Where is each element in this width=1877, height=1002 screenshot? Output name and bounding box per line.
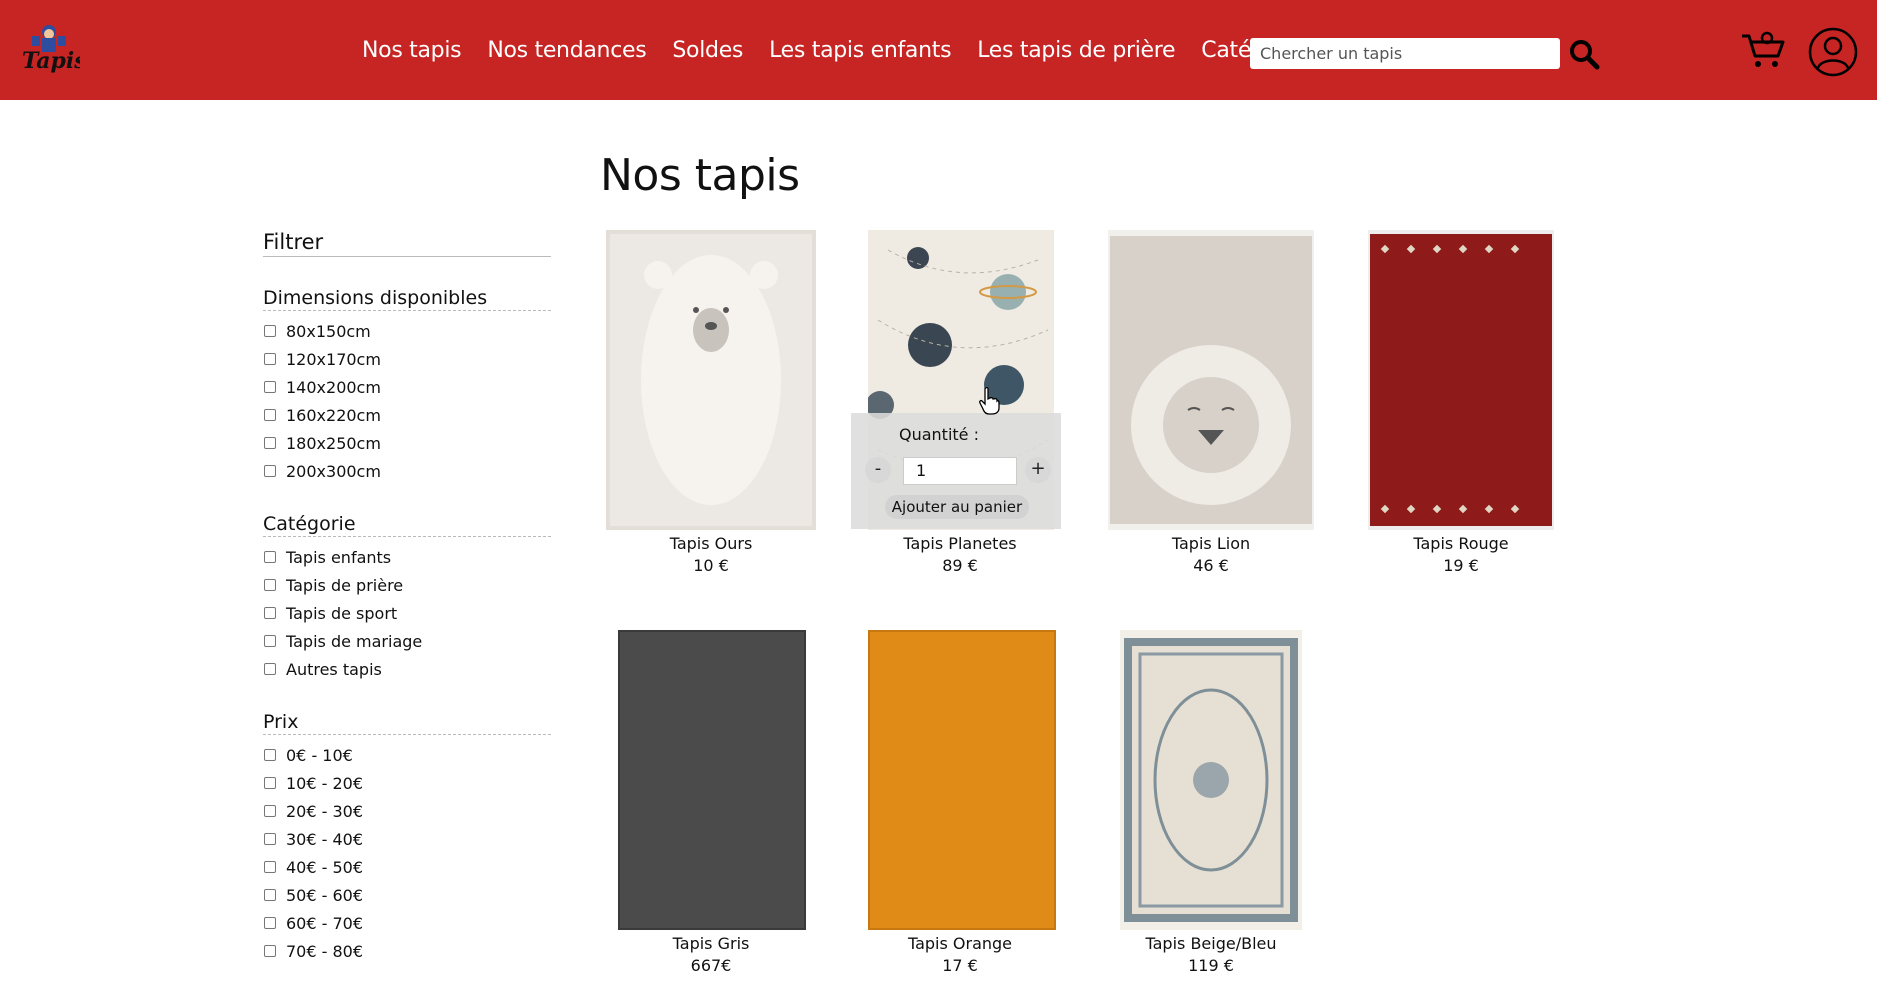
checkbox[interactable] (264, 381, 276, 393)
product-name[interactable]: Tapis Rouge (1356, 534, 1566, 553)
filter-option[interactable]: Tapis enfants (263, 543, 551, 571)
checkbox[interactable] (264, 749, 276, 761)
search-input[interactable] (1250, 38, 1560, 69)
product-image[interactable] (1108, 230, 1314, 530)
checkbox[interactable] (264, 551, 276, 563)
checkbox[interactable] (264, 889, 276, 901)
filter-option[interactable]: 140x200cm (263, 373, 551, 401)
main-nav: Nos tapis Nos tendances Soldes Les tapis… (362, 32, 1332, 68)
quantity-input[interactable]: 1 (903, 457, 1017, 485)
checkbox[interactable] (264, 465, 276, 477)
filter-group-categorie: Catégorie Tapis enfants Tapis de prière … (263, 513, 551, 683)
checkbox[interactable] (264, 861, 276, 873)
user-account-icon[interactable] (1808, 27, 1858, 77)
product-price: 119 € (1188, 956, 1234, 975)
product-card[interactable]: Tapis Gris 667€ (600, 628, 822, 988)
product-price: 17 € (942, 956, 978, 975)
checkbox[interactable] (264, 409, 276, 421)
logo-icon[interactable]: Tapis (18, 20, 80, 76)
filter-option[interactable]: 40€ - 50€ (263, 853, 551, 881)
product-image[interactable] (618, 630, 806, 930)
filter-option[interactable]: 50€ - 60€ (263, 881, 551, 909)
nav-tapis-enfants[interactable]: Les tapis enfants (769, 38, 951, 63)
filter-option[interactable]: Tapis de prière (263, 571, 551, 599)
checkbox[interactable] (264, 945, 276, 957)
product-name[interactable]: Tapis Lion (1106, 534, 1316, 553)
nav-nos-tapis[interactable]: Nos tapis (362, 38, 462, 63)
checkbox[interactable] (264, 663, 276, 675)
site-header: Tapis Nos tapis Nos tendances Soldes Les… (0, 0, 1877, 100)
filter-option[interactable]: 60€ - 70€ (263, 909, 551, 937)
filter-option[interactable]: Tapis de sport (263, 599, 551, 627)
product-price: 19 € (1443, 556, 1479, 575)
checkbox[interactable] (264, 325, 276, 337)
checkbox[interactable] (264, 833, 276, 845)
quantity-increment-button[interactable]: + (1025, 457, 1051, 483)
page-title: Nos tapis (600, 150, 800, 201)
product-card[interactable]: Tapis Planetes 89 € (851, 228, 1069, 588)
quick-add-overlay: Quantité : - 1 + Ajouter au panier (851, 413, 1061, 529)
checkbox[interactable] (264, 917, 276, 929)
product-price: 89 € (942, 556, 978, 575)
product-name[interactable]: Tapis Ours (600, 534, 822, 553)
nav-soldes[interactable]: Soldes (672, 38, 743, 63)
filter-option[interactable]: 10€ - 20€ (263, 769, 551, 797)
search-icon[interactable] (1568, 38, 1600, 70)
checkbox[interactable] (264, 579, 276, 591)
checkbox[interactable] (264, 805, 276, 817)
filter-option[interactable]: Tapis de mariage (263, 627, 551, 655)
quantity-decrement-button[interactable]: - (865, 457, 891, 483)
checkbox[interactable] (264, 635, 276, 647)
cart-icon[interactable] (1740, 30, 1786, 70)
filter-option[interactable]: 0€ - 10€ (263, 741, 551, 769)
product-card[interactable]: Tapis Lion 46 € (1106, 228, 1316, 588)
product-price: 10 € (693, 556, 729, 575)
product-card[interactable]: Tapis Ours 10 € (600, 228, 822, 588)
product-price: 46 € (1193, 556, 1229, 575)
filter-option[interactable]: 80x150cm (263, 317, 551, 345)
filter-option[interactable]: Autres tapis (263, 655, 551, 683)
product-name[interactable]: Tapis Orange (851, 934, 1069, 953)
filter-group-prix: Prix 0€ - 10€ 10€ - 20€ 20€ - 30€ 30€ - … (263, 711, 551, 965)
product-image[interactable] (1120, 630, 1302, 930)
svg-text:Tapis: Tapis (22, 48, 80, 74)
checkbox[interactable] (264, 437, 276, 449)
filter-group-title: Prix (263, 711, 551, 735)
filter-option[interactable]: 20€ - 30€ (263, 797, 551, 825)
product-image[interactable] (868, 630, 1056, 930)
quantity-label: Quantité : (899, 425, 979, 444)
filter-option[interactable]: 30€ - 40€ (263, 825, 551, 853)
filter-option[interactable]: 160x220cm (263, 401, 551, 429)
checkbox[interactable] (264, 353, 276, 365)
add-to-cart-button[interactable]: Ajouter au panier (885, 495, 1029, 519)
hand-pointer-icon (979, 387, 1000, 415)
filter-group-title: Dimensions disponibles (263, 287, 551, 311)
product-image[interactable] (606, 230, 816, 530)
filter-option[interactable]: 180x250cm (263, 429, 551, 457)
filter-option[interactable]: 200x300cm (263, 457, 551, 485)
product-name[interactable]: Tapis Beige/Bleu (1106, 934, 1316, 953)
product-card[interactable]: Tapis Beige/Bleu 119 € (1106, 628, 1316, 988)
product-image[interactable] (1368, 230, 1554, 530)
filter-title: Filtrer (263, 230, 551, 257)
product-name[interactable]: Tapis Planetes (851, 534, 1069, 553)
filter-group-dimensions: Dimensions disponibles 80x150cm 120x170c… (263, 287, 551, 485)
checkbox[interactable] (264, 777, 276, 789)
product-card[interactable]: Tapis Orange 17 € (851, 628, 1069, 988)
filter-sidebar: Filtrer Dimensions disponibles 80x150cm … (263, 230, 551, 993)
filter-option[interactable]: 120x170cm (263, 345, 551, 373)
filter-group-title: Catégorie (263, 513, 551, 537)
nav-tapis-priere[interactable]: Les tapis de prière (977, 38, 1175, 63)
checkbox[interactable] (264, 607, 276, 619)
filter-option[interactable]: 70€ - 80€ (263, 937, 551, 965)
product-card[interactable]: Tapis Rouge 19 € (1356, 228, 1566, 588)
product-name[interactable]: Tapis Gris (600, 934, 822, 953)
nav-nos-tendances[interactable]: Nos tendances (487, 38, 646, 63)
product-price: 667€ (690, 956, 732, 975)
